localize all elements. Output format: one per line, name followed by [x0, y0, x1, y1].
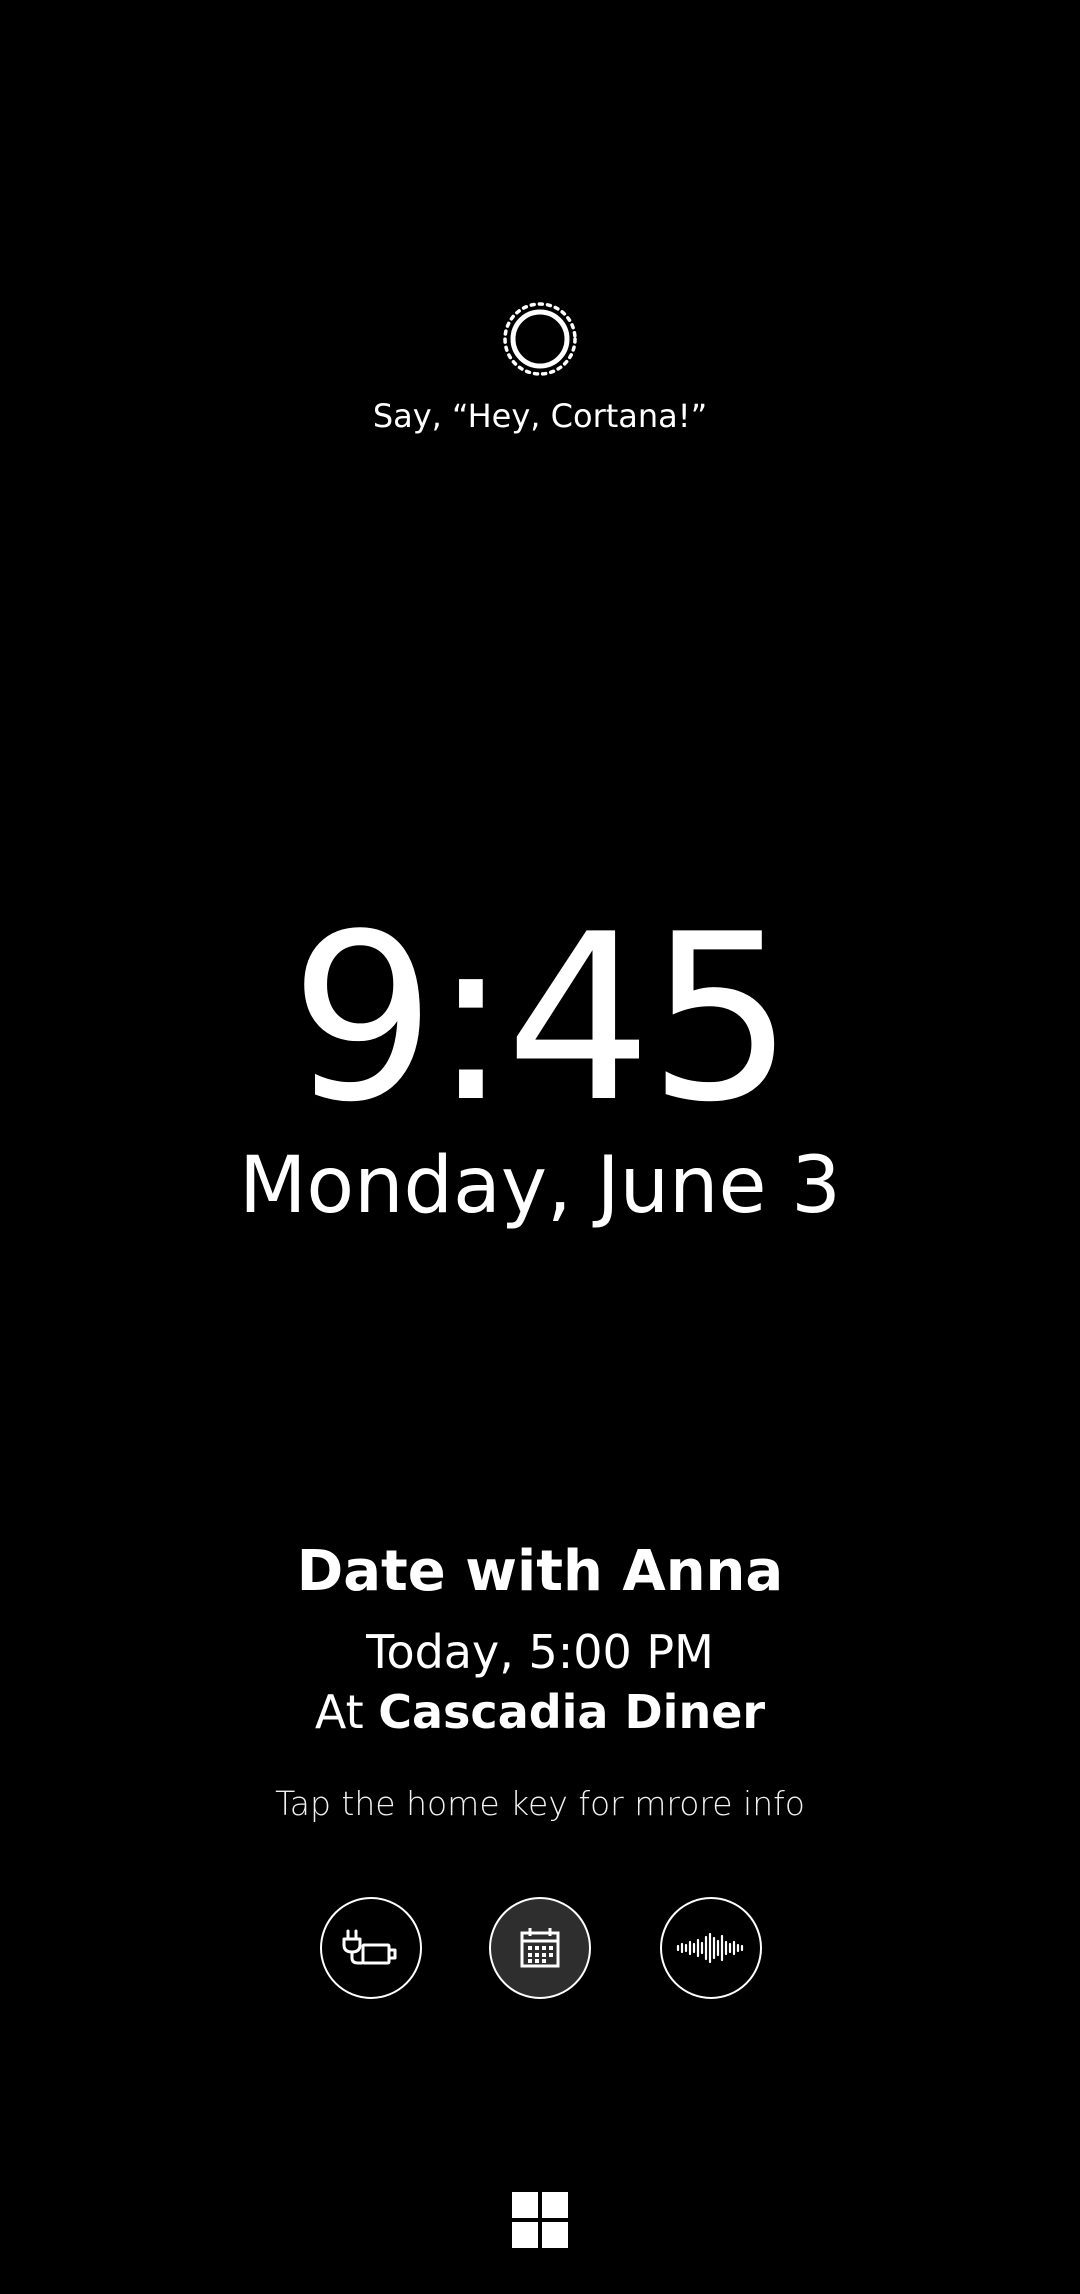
cortana-prompt: Say, “Hey, Cortana!”	[0, 300, 1080, 436]
event-location-name: Cascadia Diner	[378, 1685, 766, 1739]
event-time: Today, 5:00 PM	[366, 1625, 714, 1679]
charging-button[interactable]	[320, 1897, 422, 1999]
voice-waveform-icon	[675, 1931, 747, 1965]
upcoming-event: Date with Anna Today, 5:00 PM At Cascadi…	[0, 1532, 1080, 1826]
cortana-ring-icon[interactable]	[501, 300, 579, 378]
event-location-prefix: At	[314, 1685, 364, 1739]
lock-clock: 9:45 Monday, June 3	[0, 886, 1080, 1232]
calendar-button[interactable]	[489, 1897, 591, 1999]
event-title: Date with Anna	[296, 1539, 784, 1604]
clock-time: 9:45	[289, 886, 795, 1153]
windows-logo-icon	[512, 2192, 568, 2252]
clock-date: Monday, June 3	[239, 1141, 841, 1231]
charging-plug-battery-icon	[341, 1928, 401, 1968]
home-key-hint: Tap the home key for mrore info	[275, 1784, 805, 1823]
voice-button[interactable]	[660, 1897, 762, 1999]
windows-home-button[interactable]	[512, 2192, 568, 2248]
cortana-prompt-label: Say, “Hey, Cortana!”	[372, 397, 708, 435]
lock-actions	[0, 1897, 1080, 1999]
event-location: At Cascadia Diner	[0, 1682, 1080, 1742]
calendar-icon	[518, 1926, 562, 1970]
